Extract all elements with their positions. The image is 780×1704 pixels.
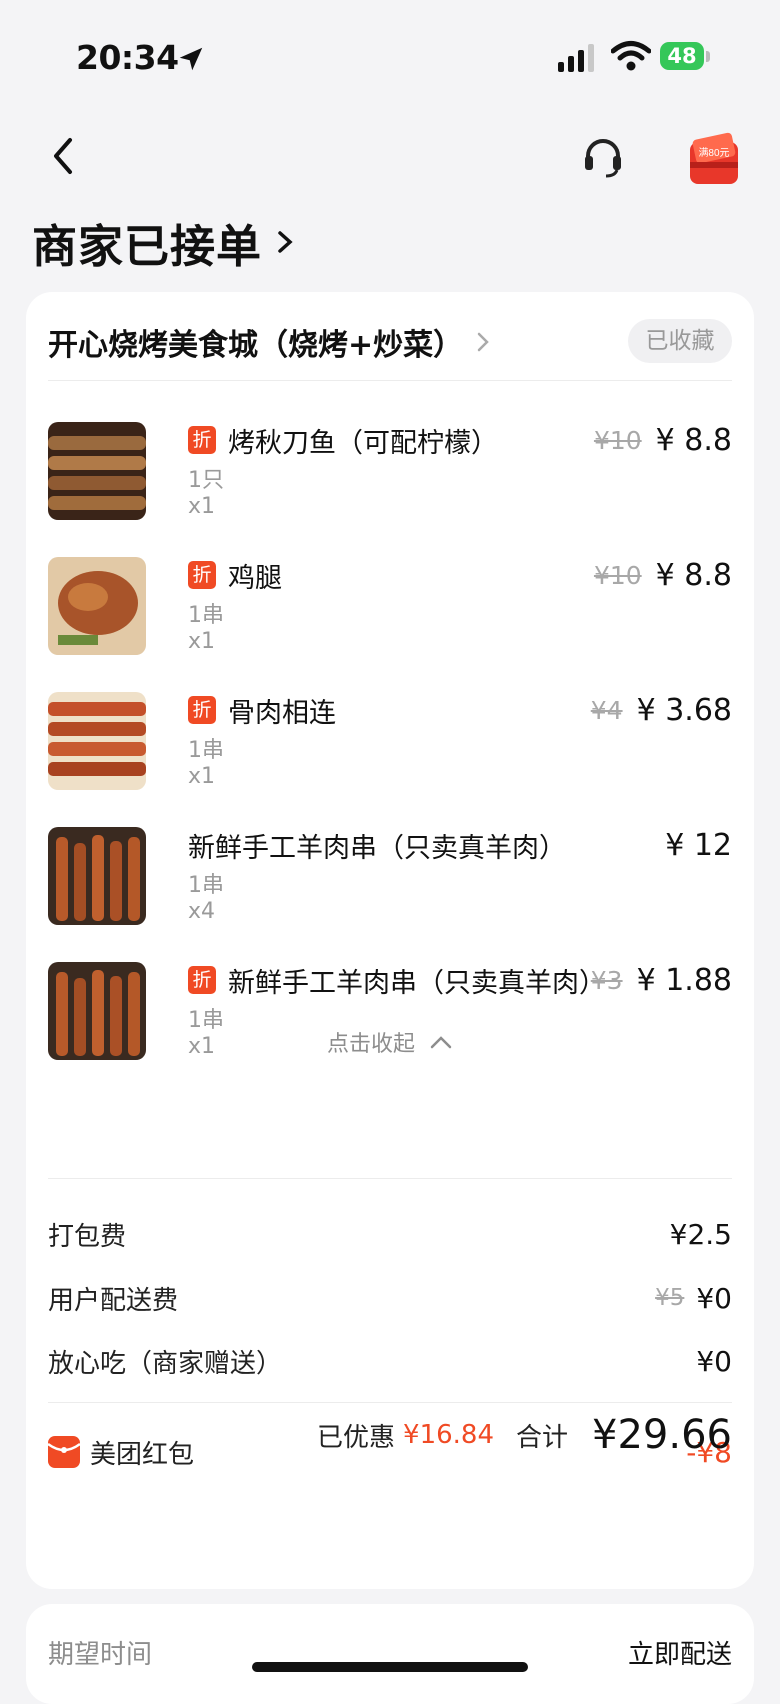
favorited-badge[interactable]: 已收藏: [628, 319, 732, 363]
item-price: ¥ 3.68: [636, 692, 732, 728]
location-arrow-icon: [179, 47, 203, 71]
saved-label: 已优惠: [317, 1422, 396, 1453]
food-image-grilled-saury: [48, 422, 146, 520]
discount-badge: 折: [188, 966, 216, 994]
item-name: 新鲜手工羊肉串（只卖真羊肉）: [228, 967, 606, 999]
discount-badge: 折: [188, 426, 216, 454]
customer-service-headset-icon[interactable]: [580, 134, 626, 180]
delivery-fee-row: 用户配送费 ¥5 ¥0: [48, 1276, 732, 1320]
item-name: 烤秋刀鱼（可配柠檬）: [228, 427, 498, 459]
item-name: 骨肉相连: [228, 697, 336, 729]
item-original-price: ¥10: [593, 425, 642, 455]
battery-level: 48: [660, 42, 704, 70]
item-name: 鸡腿: [228, 562, 282, 594]
status-time: 20:34: [76, 38, 179, 77]
item-price: ¥ 12: [665, 827, 732, 863]
wifi-icon: [611, 41, 651, 71]
fee-label: 打包费: [48, 1221, 127, 1252]
divider: [48, 1178, 732, 1179]
fee-label: 放心吃（商家赠送）: [48, 1348, 283, 1379]
order-item: 折 烤秋刀鱼（可配柠檬） 1只 x1 ¥10 ¥ 8.8: [48, 422, 732, 526]
item-name: 新鲜手工羊肉串（只卖真羊肉）: [188, 832, 566, 864]
total-row: 已优惠 ¥16.84 合计 ¥29.66: [317, 1410, 732, 1460]
page-title: 商家已接单: [32, 219, 263, 273]
order-item: 新鲜手工羊肉串（只卖真羊肉） 1串 x4 ¥ 12: [48, 827, 732, 931]
back-arrow-icon[interactable]: [44, 134, 84, 178]
item-price: ¥ 8.8: [655, 422, 732, 458]
item-price: ¥ 1.88: [636, 962, 732, 998]
item-spec: 1串: [188, 738, 224, 763]
delivery-time-card[interactable]: 期望时间 立即配送: [26, 1604, 754, 1704]
cellular-signal-icon: [558, 44, 594, 72]
fee-label: 用户配送费: [48, 1285, 179, 1316]
assurance-row: 放心吃（商家赠送） ¥0: [48, 1339, 732, 1383]
battery-indicator: 48: [660, 42, 712, 72]
expected-time-value: 立即配送: [627, 1640, 732, 1670]
fee-label: 美团红包: [90, 1439, 195, 1470]
chevron-right-icon: [477, 332, 489, 352]
collapse-label: 点击收起: [326, 1032, 415, 1057]
collapse-items-button[interactable]: 点击收起: [26, 1022, 754, 1062]
order-item: 折 骨肉相连 1串 x1 ¥4 ¥ 3.68: [48, 692, 732, 796]
item-spec: 1只: [188, 468, 224, 493]
item-price: ¥ 8.8: [655, 557, 732, 593]
item-quantity: x1: [188, 494, 216, 519]
item-spec: 1串: [188, 873, 224, 898]
saved-value: ¥16.84: [403, 1420, 495, 1450]
item-original-price: ¥3: [590, 965, 623, 995]
order-card: 开心烧烤美食城（烧烤+炒菜） 已收藏 折 烤秋刀鱼（可配柠檬） 1只 x1 ¥1…: [26, 292, 754, 1589]
home-indicator: [252, 1662, 528, 1672]
divider: [48, 380, 732, 381]
discount-badge: 折: [188, 696, 216, 724]
item-quantity: x4: [188, 899, 216, 924]
fee-value: ¥2.5: [669, 1217, 732, 1251]
discount-badge: 折: [188, 561, 216, 589]
sum-label: 合计: [516, 1422, 569, 1453]
item-quantity: x1: [188, 629, 216, 654]
sum-value: ¥29.66: [592, 1412, 732, 1458]
coupon-badge-text: 满80元: [698, 147, 729, 159]
chevron-up-icon: [430, 1036, 452, 1049]
food-image-chicken-leg: [48, 557, 146, 655]
divider: [48, 1402, 732, 1403]
food-image-meat-skewers: [48, 692, 146, 790]
fee-value: ¥0: [696, 1344, 732, 1378]
item-spec: 1串: [188, 603, 224, 628]
fee-original: ¥5: [655, 1285, 685, 1311]
item-original-price: ¥4: [590, 695, 623, 725]
coupon-gift-icon[interactable]: 满80元: [686, 132, 742, 188]
packing-fee-row: 打包费 ¥2.5: [48, 1212, 732, 1256]
item-original-price: ¥10: [593, 560, 642, 590]
expected-time-label: 期望时间: [48, 1640, 153, 1670]
item-quantity: x1: [188, 764, 216, 789]
order-item: 折 鸡腿 1串 x1 ¥10 ¥ 8.8: [48, 557, 732, 661]
chevron-right-icon: [278, 231, 293, 253]
fee-value: ¥0: [696, 1281, 732, 1315]
order-status-title[interactable]: 商家已接单: [32, 212, 296, 273]
food-image-lamb-skewers: [48, 827, 146, 925]
shop-name: 开心烧烤美食城（烧烤+炒菜）: [48, 328, 464, 363]
status-bar: 20:34 48: [0, 0, 780, 115]
red-packet-icon: [48, 1436, 80, 1468]
shop-row[interactable]: 开心烧烤美食城（烧烤+炒菜） 已收藏: [48, 312, 732, 372]
